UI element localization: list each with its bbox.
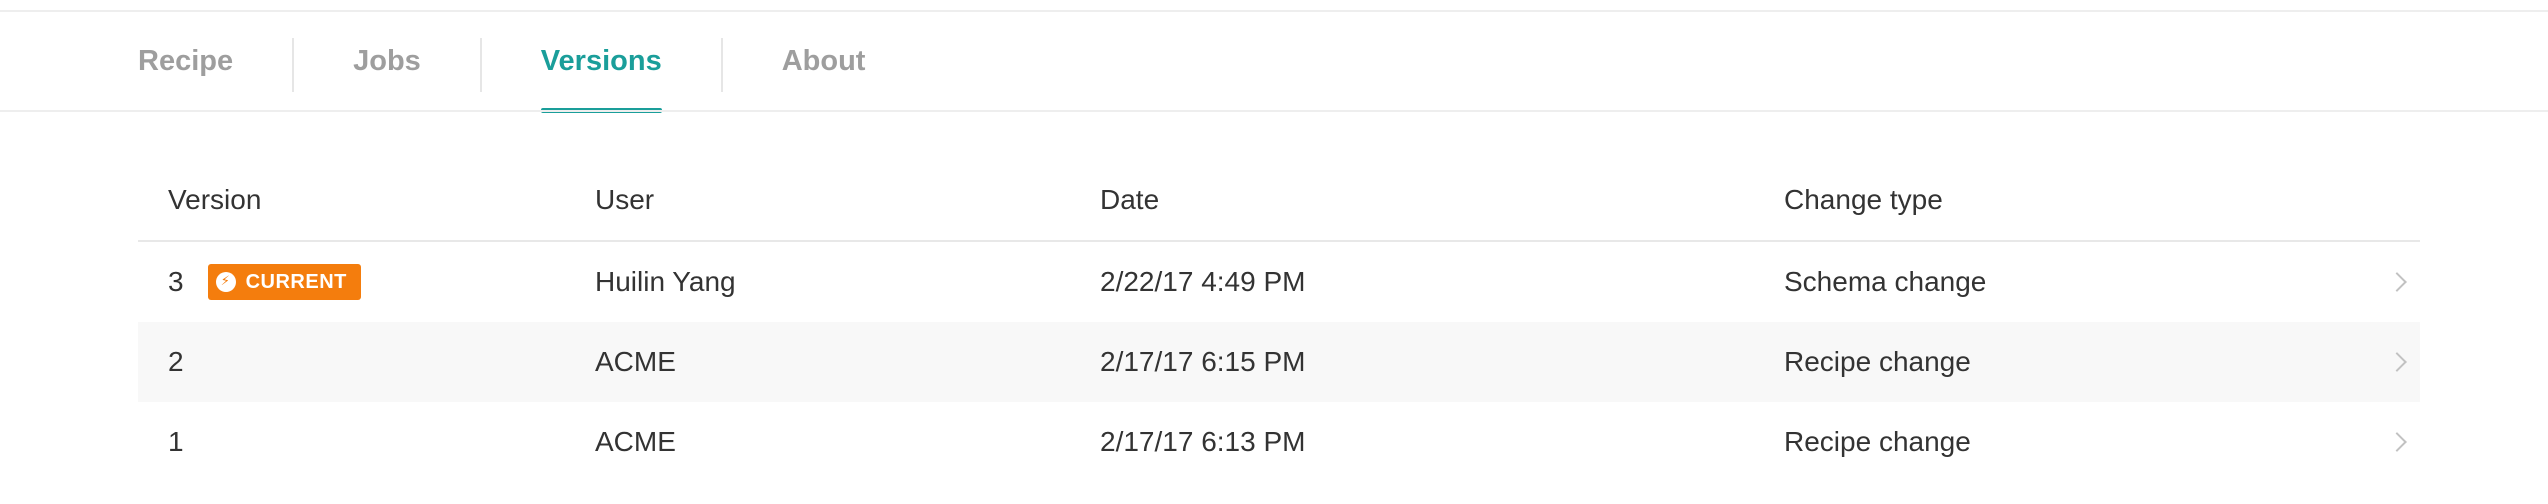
version-cell: 3 ⚡ CURRENT xyxy=(138,264,595,300)
chevron-right-icon[interactable] xyxy=(2384,352,2420,372)
user-cell: ACME xyxy=(595,426,676,457)
user-cell: Huilin Yang xyxy=(595,266,736,297)
version-number: 3 xyxy=(168,266,184,297)
versions-table: Version User Date Change type 3 ⚡ CURREN… xyxy=(138,160,2420,482)
version-number: 2 xyxy=(168,346,184,377)
version-cell: 1 xyxy=(138,426,595,458)
tab-recipe[interactable]: Recipe xyxy=(138,12,233,110)
change-type-cell: Schema change xyxy=(1784,266,1987,297)
tab-divider xyxy=(292,38,295,92)
change-type-cell: Recipe change xyxy=(1784,426,1971,457)
table-header: Version User Date Change type xyxy=(138,160,2420,242)
table-row[interactable]: 1 ACME 2/17/17 6:13 PM Recipe change xyxy=(138,402,2420,482)
column-header-date: Date xyxy=(1100,184,1160,215)
version-cell: 2 xyxy=(138,346,595,378)
column-header-user: User xyxy=(595,184,655,215)
user-cell: ACME xyxy=(595,346,676,377)
current-badge-label: CURRENT xyxy=(245,270,347,293)
chevron-right-icon[interactable] xyxy=(2384,432,2420,452)
tabs-divider xyxy=(0,110,2548,112)
current-badge: ⚡ CURRENT xyxy=(207,264,361,300)
lightning-bolt-icon: ⚡ xyxy=(215,272,236,292)
date-cell: 2/17/17 6:13 PM xyxy=(1100,426,1306,457)
column-header-change-type: Change type xyxy=(1784,184,1943,215)
chevron-right-icon[interactable] xyxy=(2384,272,2420,292)
tab-about[interactable]: About xyxy=(782,12,866,110)
date-cell: 2/17/17 6:15 PM xyxy=(1100,346,1306,377)
version-number: 1 xyxy=(168,426,184,457)
change-type-cell: Recipe change xyxy=(1784,346,1971,377)
table-row[interactable]: 2 ACME 2/17/17 6:15 PM Recipe change xyxy=(138,322,2420,402)
tab-versions[interactable]: Versions xyxy=(540,12,662,113)
tab-bar: Recipe Jobs Versions About xyxy=(138,12,866,113)
tab-jobs[interactable]: Jobs xyxy=(353,12,421,110)
date-cell: 2/22/17 4:49 PM xyxy=(1100,266,1306,297)
table-row[interactable]: 3 ⚡ CURRENT Huilin Yang 2/22/17 4:49 PM … xyxy=(138,242,2420,322)
tab-divider xyxy=(479,38,482,92)
column-header-version: Version xyxy=(168,184,262,215)
tab-divider xyxy=(720,38,723,92)
